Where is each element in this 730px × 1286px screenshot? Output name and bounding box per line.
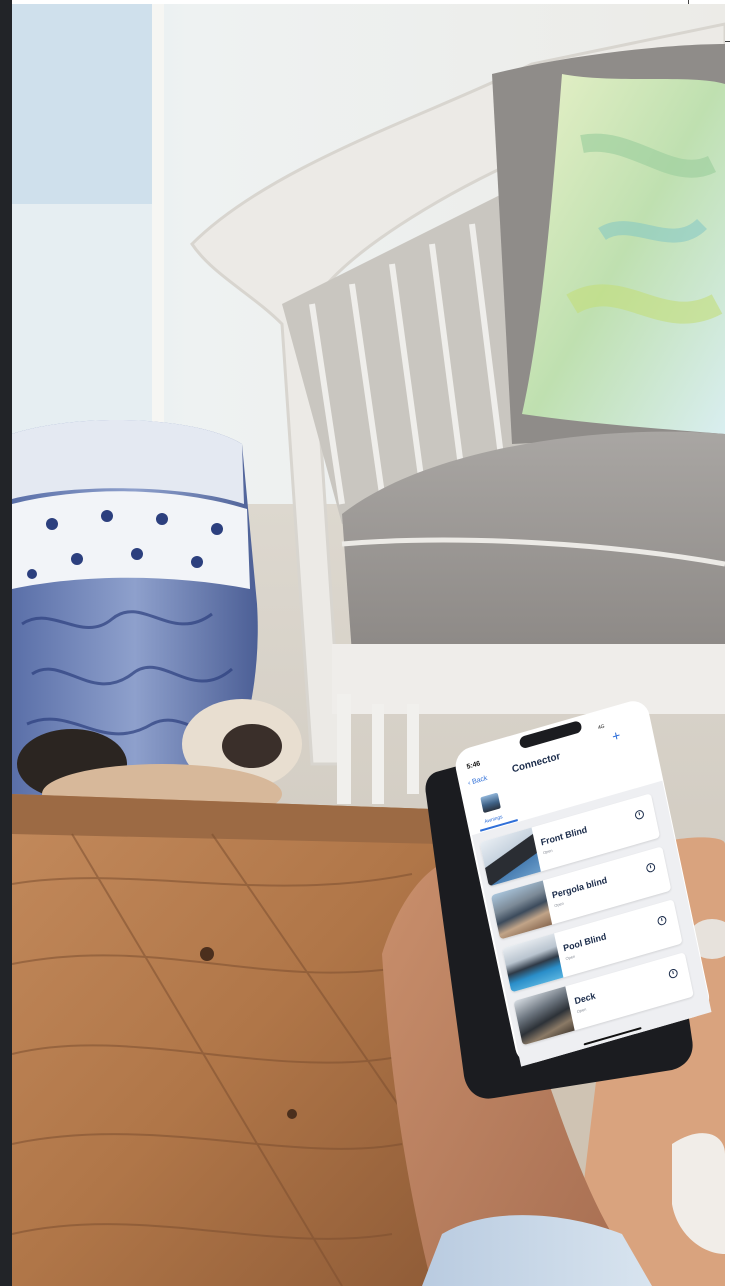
device-status: Open: [553, 900, 565, 909]
device-status: Open: [576, 1006, 587, 1015]
photo-scene: 5:46 4G ‹ Back Connector + Awnings Front…: [12, 4, 725, 1286]
clock-icon[interactable]: [645, 862, 656, 874]
left-dark-strip: [0, 0, 12, 1286]
clock-icon[interactable]: [656, 914, 668, 927]
device-name: Deck: [573, 990, 597, 1007]
device-name: Pool Blind: [562, 931, 608, 954]
device-status: Open: [565, 953, 576, 962]
device-name: Front Blind: [539, 824, 589, 848]
chevron-left-icon: ‹: [467, 779, 472, 788]
clock-icon[interactable]: [667, 967, 679, 980]
device-status: Open: [542, 847, 553, 856]
scene-illustration: [12, 4, 725, 1286]
clock-icon[interactable]: [634, 809, 645, 821]
device-name: Pergola blind: [551, 874, 608, 901]
